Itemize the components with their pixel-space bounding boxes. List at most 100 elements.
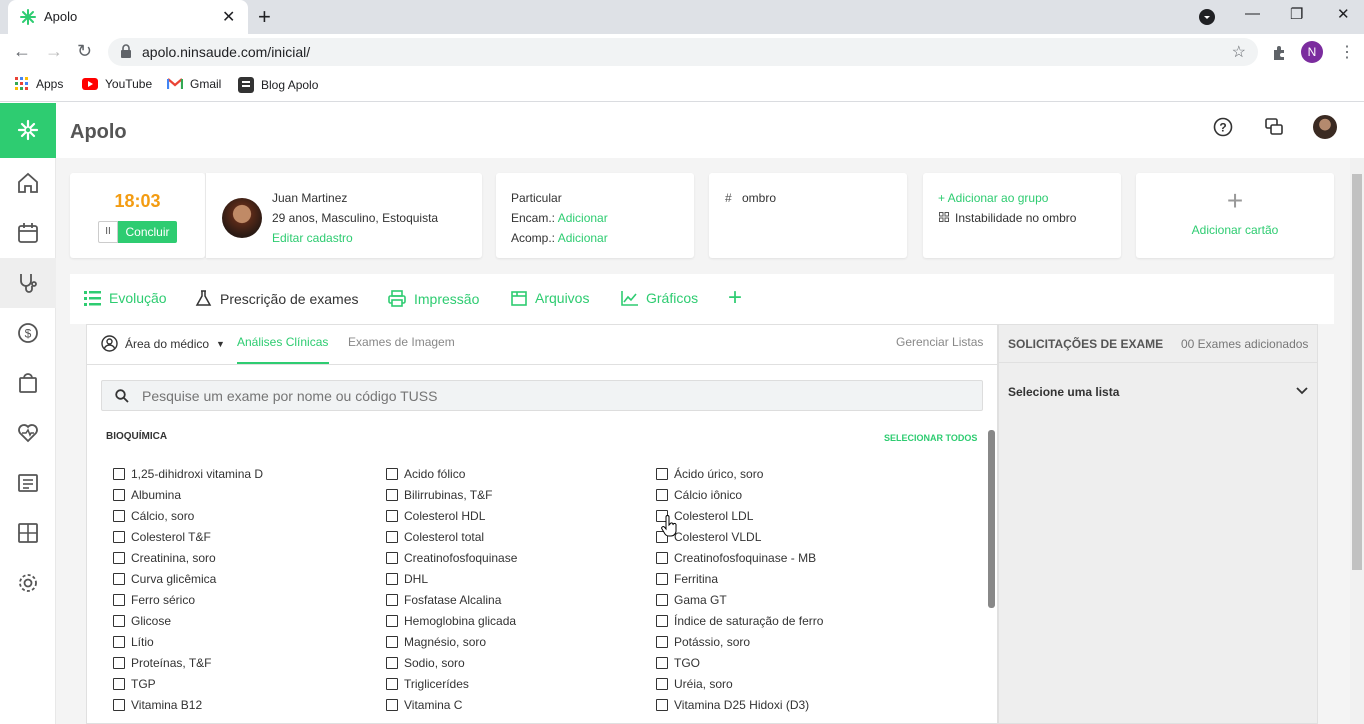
exam-checkbox-item[interactable]: Acido fólico xyxy=(386,467,465,481)
bookmark-gmail[interactable]: Gmail xyxy=(167,77,221,91)
exam-list-scrollbar[interactable] xyxy=(988,430,995,608)
exam-checkbox-item[interactable]: DHL xyxy=(386,572,428,586)
exam-checkbox-item[interactable]: Proteínas, T&F xyxy=(113,656,211,670)
checkbox[interactable] xyxy=(656,489,668,501)
add-to-group-link[interactable]: + Adicionar ao grupo xyxy=(938,191,1048,205)
exam-checkbox-item[interactable]: Cálcio iônico xyxy=(656,488,742,502)
checkbox[interactable] xyxy=(113,510,125,522)
subtab-analises-clinicas[interactable]: Análises Clínicas xyxy=(237,335,328,349)
user-avatar[interactable] xyxy=(1313,115,1337,139)
checkbox[interactable] xyxy=(386,573,398,585)
exam-checkbox-item[interactable]: Gama GT xyxy=(656,593,727,607)
chevron-down-icon[interactable] xyxy=(1296,386,1308,396)
exam-checkbox-item[interactable]: Triglicerídes xyxy=(386,677,469,691)
checkbox[interactable] xyxy=(656,573,668,585)
checkbox[interactable] xyxy=(113,594,125,606)
checkbox[interactable] xyxy=(656,594,668,606)
tab-close-icon[interactable]: ✕ xyxy=(222,7,235,27)
checkbox[interactable] xyxy=(656,552,668,564)
checkbox[interactable] xyxy=(386,594,398,606)
add-card[interactable]: + Adicionar cartão xyxy=(1136,173,1334,258)
checkbox[interactable] xyxy=(386,531,398,543)
checkbox[interactable] xyxy=(113,615,125,627)
reload-icon[interactable]: ↻ xyxy=(77,41,92,62)
exam-checkbox-item[interactable]: Hemoglobina glicada xyxy=(386,614,516,628)
exam-checkbox-item[interactable]: Ácido úrico, soro xyxy=(656,467,763,481)
tab-search-icon[interactable] xyxy=(1199,9,1215,25)
exam-checkbox-item[interactable]: Sodio, soro xyxy=(386,656,465,670)
tab-evolucao[interactable]: Evolução xyxy=(84,290,167,306)
exam-checkbox-item[interactable]: Colesterol total xyxy=(386,530,484,544)
exam-checkbox-item[interactable]: TGP xyxy=(113,677,156,691)
exam-checkbox-item[interactable]: Albumina xyxy=(113,488,181,502)
encam-add-link[interactable]: Adicionar xyxy=(558,211,608,225)
restore-icon[interactable]: ❐ xyxy=(1290,5,1303,23)
shopping-bag-icon[interactable] xyxy=(16,371,40,395)
exam-checkbox-item[interactable]: Curva glicêmica xyxy=(113,572,216,586)
checkbox[interactable] xyxy=(656,657,668,669)
checkbox[interactable] xyxy=(113,468,125,480)
bookmark-star-icon[interactable]: ☆ xyxy=(1232,42,1246,62)
bookmark-youtube[interactable]: YouTube xyxy=(82,77,152,91)
checkbox[interactable] xyxy=(386,510,398,522)
checkbox[interactable] xyxy=(656,678,668,690)
acomp-add-link[interactable]: Adicionar xyxy=(558,231,608,245)
tab-arquivos[interactable]: Arquivos xyxy=(511,290,589,306)
help-icon[interactable]: ? xyxy=(1213,117,1233,137)
exam-search-field[interactable] xyxy=(101,380,983,411)
checkbox[interactable] xyxy=(113,636,125,648)
stethoscope-icon[interactable] xyxy=(16,271,40,295)
exam-checkbox-item[interactable]: Cálcio, soro xyxy=(113,509,194,523)
checkbox[interactable] xyxy=(386,678,398,690)
exam-checkbox-item[interactable]: Bilirrubinas, T&F xyxy=(386,488,492,502)
exam-checkbox-item[interactable]: Lítio xyxy=(113,635,154,649)
checkbox[interactable] xyxy=(113,573,125,585)
calendar-icon[interactable] xyxy=(16,221,40,245)
checkbox[interactable] xyxy=(113,657,125,669)
exam-checkbox-item[interactable]: Colesterol HDL xyxy=(386,509,485,523)
exam-checkbox-item[interactable]: Creatinofosfoquinase - MB xyxy=(656,551,816,565)
edit-profile-link[interactable]: Editar cadastro xyxy=(272,231,353,245)
dollar-icon[interactable]: $ xyxy=(16,321,40,345)
forward-icon[interactable]: → xyxy=(45,41,63,62)
exam-checkbox-item[interactable]: Magnésio, soro xyxy=(386,635,486,649)
bookmark-apps[interactable]: Apps xyxy=(15,77,63,91)
exam-checkbox-item[interactable]: Creatinofosfoquinase xyxy=(386,551,517,565)
checkbox[interactable] xyxy=(113,699,125,711)
exam-checkbox-item[interactable]: 1,25-dihidroxi vitamina D xyxy=(113,467,263,481)
tab-prescricao-exames[interactable]: Prescrição de exames xyxy=(195,290,359,307)
checkbox[interactable] xyxy=(656,468,668,480)
checkbox[interactable] xyxy=(386,489,398,501)
checkbox[interactable] xyxy=(386,552,398,564)
checkbox[interactable] xyxy=(386,615,398,627)
minimize-icon[interactable]: — xyxy=(1245,5,1260,22)
new-tab-icon[interactable]: + xyxy=(258,4,271,30)
exam-checkbox-item[interactable]: TGO xyxy=(656,656,700,670)
checkbox[interactable] xyxy=(113,489,125,501)
browser-tab[interactable]: Apolo ✕ xyxy=(8,0,248,34)
subtab-exames-imagem[interactable]: Exames de Imagem xyxy=(348,335,455,349)
exam-checkbox-item[interactable]: Vitamina B12 xyxy=(113,698,202,712)
patient-avatar[interactable] xyxy=(222,198,262,238)
exam-checkbox-item[interactable]: Ferro sérico xyxy=(113,593,195,607)
concluir-button[interactable]: Concluir xyxy=(118,221,177,243)
exam-checkbox-item[interactable]: Fosfatase Alcalina xyxy=(386,593,501,607)
address-bar[interactable]: apolo.ninsaude.com/inicial/ ☆ xyxy=(108,38,1258,66)
tab-impressao[interactable]: Impressão xyxy=(388,290,479,307)
gerenciar-listas-link[interactable]: Gerenciar Listas xyxy=(896,335,983,349)
checkbox[interactable] xyxy=(386,636,398,648)
browser-menu-icon[interactable]: ⋮ xyxy=(1339,42,1355,62)
home-icon[interactable] xyxy=(16,171,40,195)
checkbox[interactable] xyxy=(656,636,668,648)
settings-gear-icon[interactable] xyxy=(16,571,40,595)
checkbox[interactable] xyxy=(386,468,398,480)
exam-checkbox-item[interactable]: Ferritina xyxy=(656,572,718,586)
window-close-icon[interactable]: ✕ xyxy=(1337,5,1350,23)
checkbox[interactable] xyxy=(113,552,125,564)
checkbox[interactable] xyxy=(113,678,125,690)
area-do-medico-dropdown[interactable]: Área do médico ▼ xyxy=(101,335,225,352)
back-icon[interactable]: ← xyxy=(13,41,31,62)
checkbox[interactable] xyxy=(656,615,668,627)
exam-checkbox-item[interactable]: Índice de saturação de ferro xyxy=(656,614,823,628)
heart-pulse-icon[interactable] xyxy=(16,421,40,445)
